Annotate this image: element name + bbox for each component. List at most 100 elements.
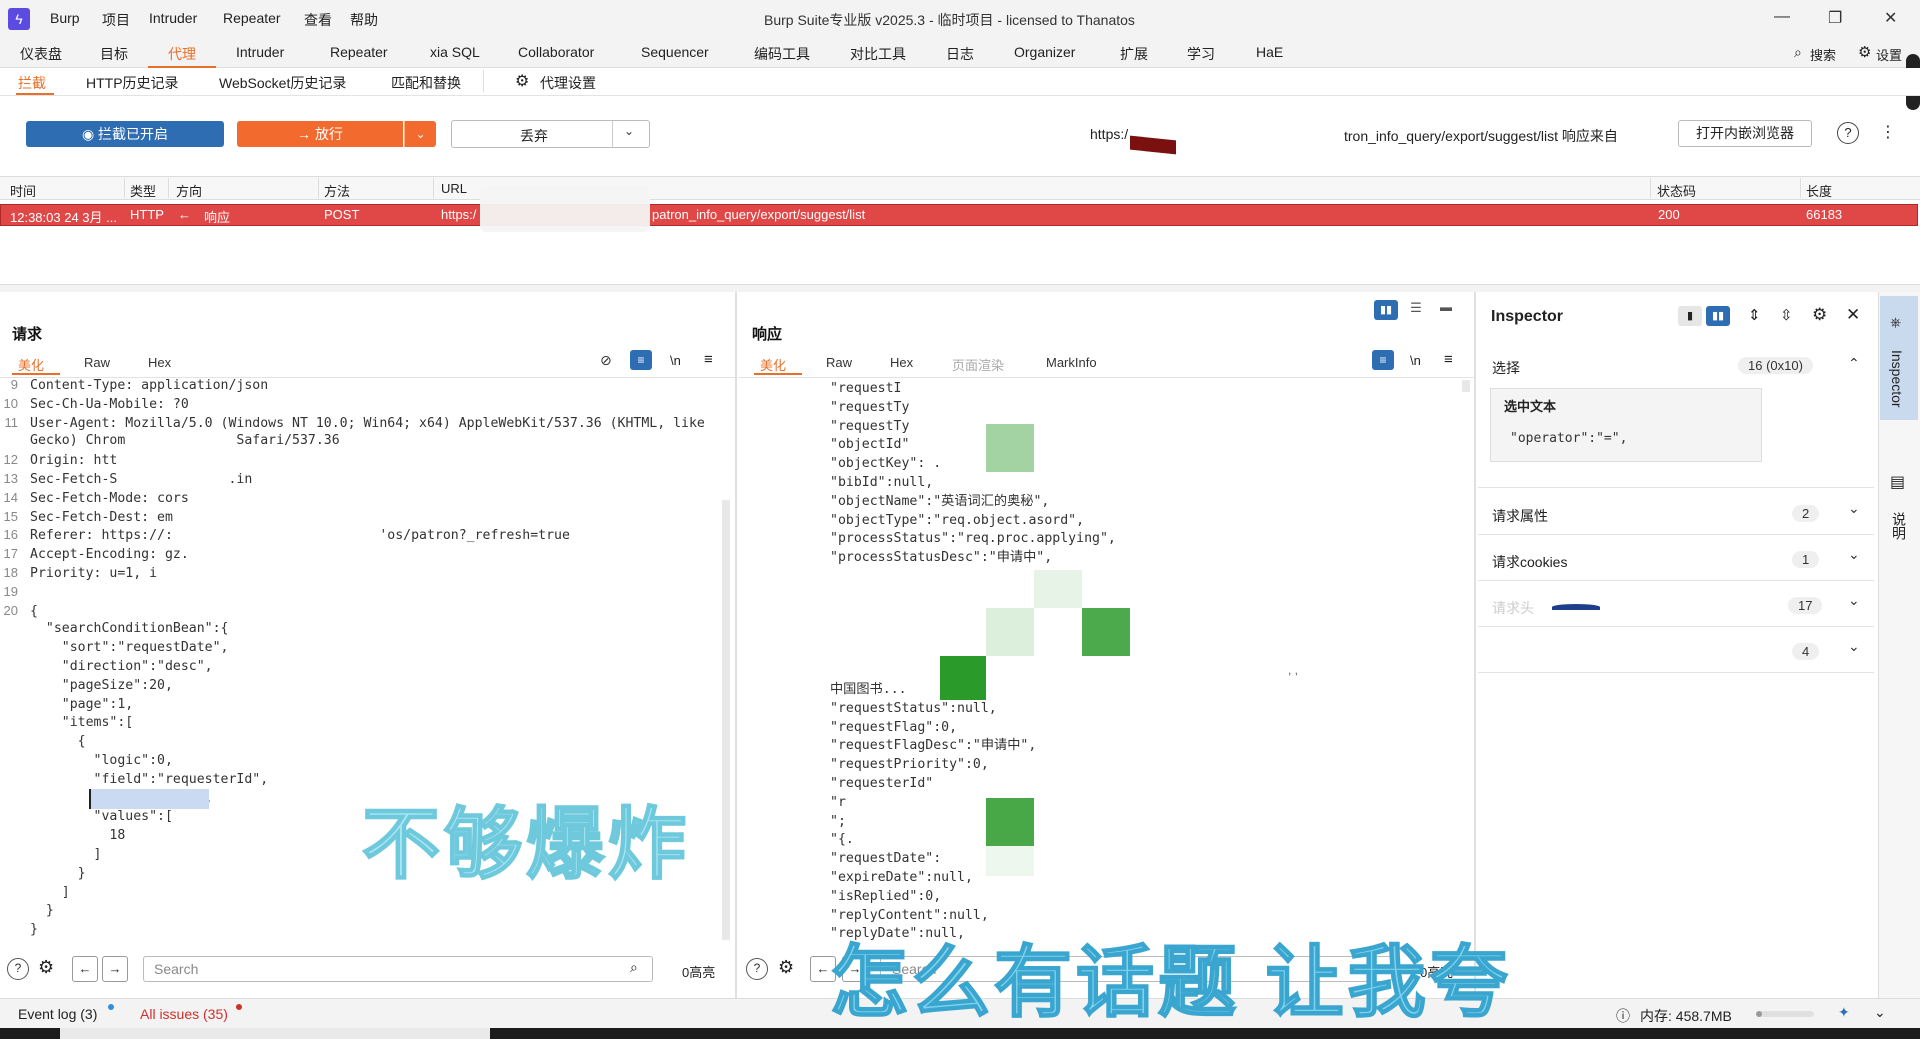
chevron-down-icon[interactable]: ⌄ xyxy=(1848,592,1860,609)
code-line[interactable]: "requestI xyxy=(830,380,901,399)
subtab-websocket-history[interactable]: WebSocket历史记录 xyxy=(219,73,346,93)
open-browser-button[interactable]: 打开内嵌浏览器 xyxy=(1678,120,1812,147)
next-icon[interactable]: → xyxy=(102,956,128,982)
layout-split-icon[interactable]: ▮▮ xyxy=(1374,300,1398,320)
layout-icon[interactable]: ▮▮ xyxy=(1706,306,1730,326)
code-line[interactable]: 11 User-Agent: Mozilla/5.0 (Windows NT 10… xyxy=(0,414,705,434)
col-length[interactable]: 长度 xyxy=(1806,181,1832,200)
menu-icon[interactable]: ≡ xyxy=(704,351,713,368)
gear-icon[interactable]: ⚙ xyxy=(1858,43,1871,61)
response-tab-render[interactable]: 页面渲染 xyxy=(952,355,1004,374)
forward-dropdown-button[interactable]: ⌄ xyxy=(404,121,436,147)
help-icon[interactable]: ? xyxy=(1837,122,1859,144)
col-sep[interactable] xyxy=(433,178,434,198)
top-settings-label[interactable]: 设置 xyxy=(1876,45,1902,64)
subtab-proxy-settings[interactable]: 代理设置 xyxy=(540,73,596,93)
rail-inspector-label[interactable]: Inspector xyxy=(1889,350,1905,408)
response-tab-hex[interactable]: Hex xyxy=(890,355,913,370)
code-line[interactable]: "expireDate":null, xyxy=(830,869,973,888)
code-line[interactable]: 13 Sec-Fetch-S .in xyxy=(0,470,253,490)
pane-divider[interactable] xyxy=(735,292,737,998)
code-line[interactable]: ] xyxy=(0,846,102,865)
selected-text-value[interactable]: "operator":"=", xyxy=(1510,431,1627,446)
menu-burp[interactable]: Burp xyxy=(50,10,80,26)
code-line[interactable]: "r xyxy=(830,794,846,813)
tab-proxy[interactable]: 代理 xyxy=(168,44,196,64)
newline-icon[interactable]: \n xyxy=(1410,353,1421,368)
hide-eye-icon[interactable]: ⊘ xyxy=(600,352,612,369)
code-line[interactable]: "field":"requesterId", xyxy=(0,771,269,790)
wrap-lines-icon[interactable]: ≡ xyxy=(1372,350,1394,370)
request-tab-raw[interactable]: Raw xyxy=(84,355,110,370)
code-line[interactable]: "page":1, xyxy=(0,696,133,715)
intercept-toggle-button[interactable]: ◉ 拦截已开启 xyxy=(26,121,224,147)
menu-help[interactable]: 帮助 xyxy=(350,10,378,30)
code-line[interactable]: 16 Referer: https://: 'os/patron?_refresh… xyxy=(0,526,570,546)
code-line[interactable]: "searchConditionBean":{ xyxy=(0,620,229,639)
code-line[interactable]: "items":[ xyxy=(0,714,133,733)
code-line[interactable]: "processStatusDesc":"申请中", xyxy=(830,549,1052,568)
code-line[interactable]: "{. xyxy=(830,831,854,850)
code-line[interactable]: "requestFlag":0, xyxy=(830,719,957,738)
col-url[interactable]: URL xyxy=(441,181,467,196)
col-status[interactable]: 状态码 xyxy=(1657,181,1696,200)
close-icon[interactable]: ✕ xyxy=(1846,305,1860,325)
code-line[interactable]: "requestTy xyxy=(830,399,909,418)
code-line[interactable]: Gecko) Chrom Safari/537.36 xyxy=(0,432,340,451)
code-line[interactable]: 18 xyxy=(0,827,125,846)
tab-learn[interactable]: 学习 xyxy=(1187,44,1215,64)
top-search-label[interactable]: 搜索 xyxy=(1810,45,1836,64)
col-type[interactable]: 类型 xyxy=(130,181,156,200)
col-direction[interactable]: 方向 xyxy=(176,181,202,200)
code-line[interactable]: "requestTy xyxy=(830,418,909,437)
chevron-down-icon[interactable]: ⌄ xyxy=(1848,638,1860,655)
request-search-input[interactable] xyxy=(143,956,653,982)
code-line[interactable]: "pageSize":20, xyxy=(0,677,173,696)
code-line[interactable]: "objectName":"英语词汇的奥秘", xyxy=(830,493,1049,512)
inspector-selection-label[interactable]: 选择 xyxy=(1492,358,1520,378)
layout-stack-icon[interactable]: ☰ xyxy=(1404,300,1428,320)
col-sep[interactable] xyxy=(1800,178,1801,198)
tab-comparer[interactable]: 对比工具 xyxy=(850,44,906,64)
chevron-down-icon[interactable]: ⌄ xyxy=(624,124,634,138)
forward-button[interactable]: → 放行 xyxy=(237,121,403,147)
tab-sequencer[interactable]: Sequencer xyxy=(641,44,709,60)
inspector-section-label[interactable]: 请求cookies xyxy=(1492,552,1567,572)
chevron-down-icon[interactable]: ⌄ xyxy=(1874,1004,1886,1021)
tab-hae[interactable]: HaE xyxy=(1256,44,1283,60)
pane-splitter[interactable] xyxy=(0,284,1920,292)
menu-icon[interactable]: ≡ xyxy=(1444,351,1453,368)
newline-icon[interactable]: \n xyxy=(670,353,681,368)
search-icon[interactable]: ⌕ xyxy=(1794,44,1802,61)
sparkle-icon[interactable]: ✦ xyxy=(1838,1004,1850,1021)
tab-organizer[interactable]: Organizer xyxy=(1014,44,1075,60)
tab-collaborator[interactable]: Collaborator xyxy=(518,44,594,60)
prev-icon[interactable]: ← xyxy=(72,956,98,982)
code-line[interactable]: "direction":"desc", xyxy=(0,658,213,677)
subtab-http-history[interactable]: HTTP历史记录 xyxy=(86,73,179,93)
layout-single-icon[interactable]: ▬ xyxy=(1434,300,1458,320)
code-line[interactable]: 20 { xyxy=(0,602,38,622)
code-line[interactable]: "requestStatus":null, xyxy=(830,700,997,719)
gear-icon[interactable]: ⚙ xyxy=(515,71,529,91)
menu-repeater[interactable]: Repeater xyxy=(223,10,281,26)
event-log-link[interactable]: Event log (3) xyxy=(18,1006,97,1022)
code-line[interactable]: 18 Priority: u=1, i xyxy=(0,564,158,584)
rail-notes-label[interactable]: 说明 xyxy=(1889,512,1909,540)
drop-button[interactable] xyxy=(451,120,650,148)
help-icon[interactable]: ? xyxy=(746,958,768,980)
col-sep[interactable] xyxy=(124,178,125,198)
menu-view[interactable]: 查看 xyxy=(304,10,332,30)
menu-intruder[interactable]: Intruder xyxy=(149,10,197,26)
col-sep[interactable] xyxy=(1650,178,1651,198)
col-method[interactable]: 方法 xyxy=(324,181,350,200)
response-tab-raw[interactable]: Raw xyxy=(826,355,852,370)
chevron-down-icon[interactable]: ⌄ xyxy=(1848,546,1860,563)
search-icon[interactable]: ⌕ xyxy=(630,959,638,976)
code-line[interactable]: 17 Accept-Encoding: gz. xyxy=(0,545,189,565)
subtab-intercept[interactable]: 拦截 xyxy=(18,73,46,93)
code-line[interactable]: 9 Content-Type: application/json xyxy=(0,376,268,396)
code-line[interactable]: "logic":0, xyxy=(0,752,173,771)
code-line[interactable]: 中国图书... xyxy=(830,681,907,700)
minimize-button[interactable]: — xyxy=(1774,8,1790,26)
